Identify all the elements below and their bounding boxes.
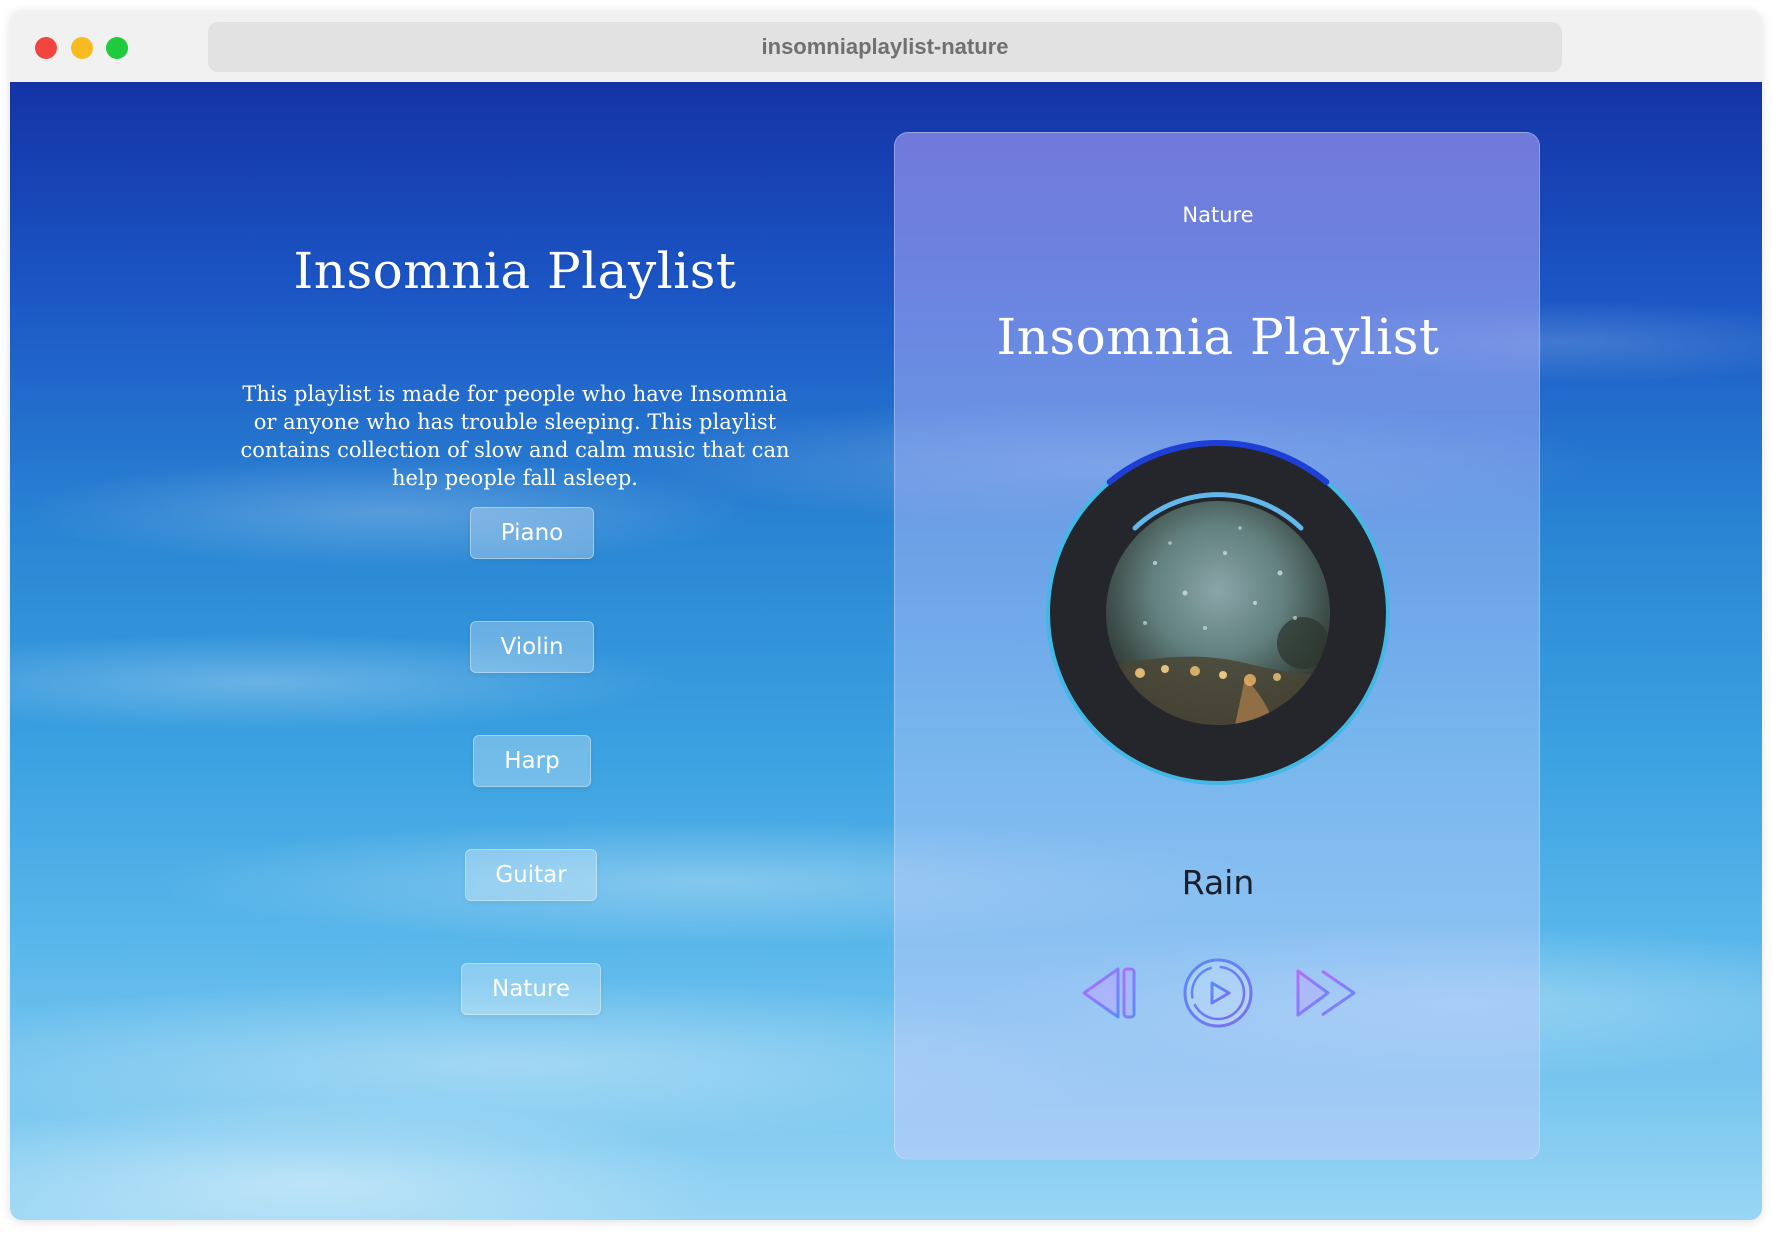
fast-forward-icon [1296,969,1356,1017]
page-viewport: Insomnia Playlist This playlist is made … [10,82,1762,1220]
playlist-button-guitar[interactable]: Guitar [465,849,597,901]
fast-forward-button[interactable] [1287,953,1367,1033]
playlist-button-nature[interactable]: Nature [461,963,601,1015]
player-category-label: Nature [1182,203,1254,227]
playlist-button-piano[interactable]: Piano [470,507,594,559]
player-title: Insomnia Playlist [996,308,1440,366]
play-icon [1183,958,1253,1028]
playlist-intro-section: Insomnia Playlist This playlist is made … [10,82,890,1220]
playlist-button-harp[interactable]: Harp [473,735,591,787]
album-disc-graphic [1046,440,1390,785]
address-bar-url: insomniaplaylist-nature [761,34,1009,59]
maximize-window-button[interactable] [106,37,128,59]
skip-back-icon [1082,967,1136,1019]
track-name: Rain [1181,863,1255,902]
music-player-card: Nature Insomnia Playlist Rain [894,132,1540,1160]
album-disc [1045,433,1391,793]
page-title: Insomnia Playlist [293,242,737,300]
minimize-window-button[interactable] [71,37,93,59]
browser-titlebar: insomniaplaylist-nature [10,10,1762,82]
skip-back-button[interactable] [1070,953,1150,1033]
album-art [1106,501,1330,725]
play-button[interactable] [1178,953,1258,1033]
address-bar[interactable]: insomniaplaylist-nature [208,22,1562,72]
player-controls [895,953,1541,1043]
browser-window: insomniaplaylist-nature Insomnia Playlis… [10,10,1762,1220]
playlist-button-violin[interactable]: Violin [470,621,594,673]
close-window-button[interactable] [35,37,57,59]
playlist-description: This playlist is made for people who hav… [240,382,790,490]
